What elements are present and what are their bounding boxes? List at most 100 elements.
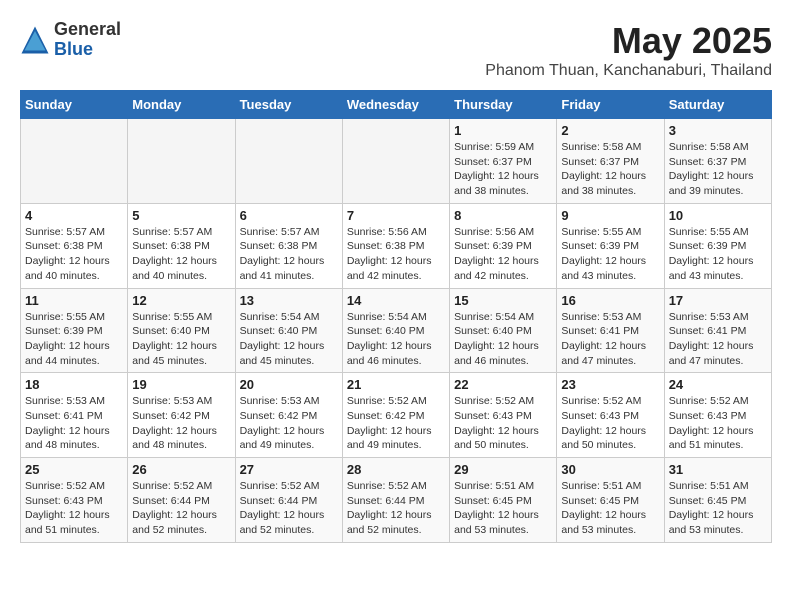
calendar-cell: 25Sunrise: 5:52 AM Sunset: 6:43 PM Dayli…: [21, 458, 128, 543]
calendar-cell: [128, 119, 235, 204]
day-info: Sunrise: 5:57 AM Sunset: 6:38 PM Dayligh…: [240, 225, 338, 284]
day-number: 12: [132, 293, 230, 308]
day-info: Sunrise: 5:51 AM Sunset: 6:45 PM Dayligh…: [561, 479, 659, 538]
week-row-4: 18 Sunrise: 5:53 AM Sunset: 6:41 PM Dayli…: [21, 373, 772, 458]
day-number: 6: [240, 208, 338, 223]
logo-blue: Blue: [54, 40, 121, 60]
calendar-cell: 14Sunrise: 5:54 AM Sunset: 6:40 PM Dayli…: [342, 288, 449, 373]
day-info: Sunrise: 5:52 AM Sunset: 6:44 PM Dayligh…: [240, 479, 338, 538]
day-info: Sunrise: 5:53 AM Sunset: 6:41 PM Dayligh…: [25, 394, 123, 453]
day-info: Sunrise: 5:51 AM Sunset: 6:45 PM Dayligh…: [669, 479, 767, 538]
calendar-cell: 26 Sunrise: 5:52 AM Sunset: 6:44 PM Dayli…: [128, 458, 235, 543]
day-number: 29: [454, 462, 552, 477]
day-info: Sunrise: 5:55 AM Sunset: 6:39 PM Dayligh…: [25, 310, 123, 369]
day-info: Sunrise: 5:54 AM Sunset: 6:40 PM Dayligh…: [240, 310, 338, 369]
calendar-cell: 9Sunrise: 5:55 AM Sunset: 6:39 PM Daylig…: [557, 203, 664, 288]
day-info: Sunrise: 5:52 AM Sunset: 6:44 PM Dayligh…: [347, 479, 445, 538]
day-info: Sunrise: 5:59 AM Sunset: 6:37 PM Dayligh…: [454, 140, 552, 199]
page-header: General Blue May 2025 Phanom Thuan, Kanc…: [20, 20, 772, 80]
location: Phanom Thuan, Kanchanaburi, Thailand: [485, 62, 772, 80]
day-info: Sunrise: 5:57 AM Sunset: 6:38 PM Dayligh…: [132, 225, 230, 284]
calendar-cell: 1 Sunrise: 5:59 AM Sunset: 6:37 PM Daylig…: [450, 119, 557, 204]
calendar-cell: 13 Sunrise: 5:54 AM Sunset: 6:40 PM Dayli…: [235, 288, 342, 373]
calendar-cell: 17 Sunrise: 5:53 AM Sunset: 6:41 PM Dayli…: [664, 288, 771, 373]
logo-general: General: [54, 20, 121, 40]
day-number: 10: [669, 208, 767, 223]
day-number: 8: [454, 208, 552, 223]
day-number: 18: [25, 377, 123, 392]
day-number: 2: [561, 123, 659, 138]
calendar-cell: 31Sunrise: 5:51 AM Sunset: 6:45 PM Dayli…: [664, 458, 771, 543]
calendar-cell: [342, 119, 449, 204]
week-row-5: 25Sunrise: 5:52 AM Sunset: 6:43 PM Dayli…: [21, 458, 772, 543]
day-number: 28: [347, 462, 445, 477]
calendar-cell: 3 Sunrise: 5:58 AM Sunset: 6:37 PM Daylig…: [664, 119, 771, 204]
calendar-cell: 19 Sunrise: 5:53 AM Sunset: 6:42 PM Dayli…: [128, 373, 235, 458]
calendar-cell: 11 Sunrise: 5:55 AM Sunset: 6:39 PM Dayli…: [21, 288, 128, 373]
day-info: Sunrise: 5:58 AM Sunset: 6:37 PM Dayligh…: [561, 140, 659, 199]
calendar-cell: [21, 119, 128, 204]
logo-text: General Blue: [54, 20, 121, 60]
calendar-cell: 20Sunrise: 5:53 AM Sunset: 6:42 PM Dayli…: [235, 373, 342, 458]
calendar-cell: 16Sunrise: 5:53 AM Sunset: 6:41 PM Dayli…: [557, 288, 664, 373]
day-info: Sunrise: 5:57 AM Sunset: 6:38 PM Dayligh…: [25, 225, 123, 284]
day-info: Sunrise: 5:53 AM Sunset: 6:42 PM Dayligh…: [132, 394, 230, 453]
calendar-table: SundayMondayTuesdayWednesdayThursdayFrid…: [20, 90, 772, 543]
day-number: 27: [240, 462, 338, 477]
calendar-cell: 18 Sunrise: 5:53 AM Sunset: 6:41 PM Dayli…: [21, 373, 128, 458]
day-number: 3: [669, 123, 767, 138]
calendar-cell: 2 Sunrise: 5:58 AM Sunset: 6:37 PM Daylig…: [557, 119, 664, 204]
header-sunday: Sunday: [21, 91, 128, 119]
header-row: SundayMondayTuesdayWednesdayThursdayFrid…: [21, 91, 772, 119]
day-info: Sunrise: 5:52 AM Sunset: 6:43 PM Dayligh…: [25, 479, 123, 538]
day-info: Sunrise: 5:58 AM Sunset: 6:37 PM Dayligh…: [669, 140, 767, 199]
calendar-cell: 6 Sunrise: 5:57 AM Sunset: 6:38 PM Daylig…: [235, 203, 342, 288]
day-info: Sunrise: 5:51 AM Sunset: 6:45 PM Dayligh…: [454, 479, 552, 538]
calendar-cell: 15Sunrise: 5:54 AM Sunset: 6:40 PM Dayli…: [450, 288, 557, 373]
header-friday: Friday: [557, 91, 664, 119]
calendar-cell: 24Sunrise: 5:52 AM Sunset: 6:43 PM Dayli…: [664, 373, 771, 458]
calendar-cell: 22 Sunrise: 5:52 AM Sunset: 6:43 PM Dayli…: [450, 373, 557, 458]
day-number: 22: [454, 377, 552, 392]
calendar-cell: 27 Sunrise: 5:52 AM Sunset: 6:44 PM Dayli…: [235, 458, 342, 543]
calendar-cell: 7Sunrise: 5:56 AM Sunset: 6:38 PM Daylig…: [342, 203, 449, 288]
day-number: 1: [454, 123, 552, 138]
day-info: Sunrise: 5:52 AM Sunset: 6:43 PM Dayligh…: [561, 394, 659, 453]
calendar-body: 1 Sunrise: 5:59 AM Sunset: 6:37 PM Daylig…: [21, 119, 772, 543]
header-saturday: Saturday: [664, 91, 771, 119]
day-number: 19: [132, 377, 230, 392]
calendar-cell: 8 Sunrise: 5:56 AM Sunset: 6:39 PM Daylig…: [450, 203, 557, 288]
calendar-cell: 30Sunrise: 5:51 AM Sunset: 6:45 PM Dayli…: [557, 458, 664, 543]
calendar-cell: 10 Sunrise: 5:55 AM Sunset: 6:39 PM Dayli…: [664, 203, 771, 288]
calendar-cell: 28 Sunrise: 5:52 AM Sunset: 6:44 PM Dayli…: [342, 458, 449, 543]
day-number: 23: [561, 377, 659, 392]
day-number: 11: [25, 293, 123, 308]
day-info: Sunrise: 5:52 AM Sunset: 6:43 PM Dayligh…: [454, 394, 552, 453]
week-row-2: 4Sunrise: 5:57 AM Sunset: 6:38 PM Daylig…: [21, 203, 772, 288]
day-number: 9: [561, 208, 659, 223]
calendar-cell: 12Sunrise: 5:55 AM Sunset: 6:40 PM Dayli…: [128, 288, 235, 373]
day-info: Sunrise: 5:52 AM Sunset: 6:42 PM Dayligh…: [347, 394, 445, 453]
day-info: Sunrise: 5:52 AM Sunset: 6:44 PM Dayligh…: [132, 479, 230, 538]
week-row-1: 1 Sunrise: 5:59 AM Sunset: 6:37 PM Daylig…: [21, 119, 772, 204]
day-number: 17: [669, 293, 767, 308]
header-thursday: Thursday: [450, 91, 557, 119]
day-info: Sunrise: 5:55 AM Sunset: 6:39 PM Dayligh…: [669, 225, 767, 284]
day-number: 15: [454, 293, 552, 308]
day-number: 20: [240, 377, 338, 392]
day-info: Sunrise: 5:54 AM Sunset: 6:40 PM Dayligh…: [347, 310, 445, 369]
day-number: 26: [132, 462, 230, 477]
day-info: Sunrise: 5:56 AM Sunset: 6:39 PM Dayligh…: [454, 225, 552, 284]
calendar-cell: 5Sunrise: 5:57 AM Sunset: 6:38 PM Daylig…: [128, 203, 235, 288]
calendar-cell: 29 Sunrise: 5:51 AM Sunset: 6:45 PM Dayli…: [450, 458, 557, 543]
logo-icon: [20, 25, 50, 55]
calendar-header: SundayMondayTuesdayWednesdayThursdayFrid…: [21, 91, 772, 119]
calendar-cell: [235, 119, 342, 204]
day-info: Sunrise: 5:53 AM Sunset: 6:41 PM Dayligh…: [561, 310, 659, 369]
month-year: May 2025: [485, 20, 772, 62]
day-number: 21: [347, 377, 445, 392]
calendar-cell: 23 Sunrise: 5:52 AM Sunset: 6:43 PM Dayli…: [557, 373, 664, 458]
day-number: 13: [240, 293, 338, 308]
day-info: Sunrise: 5:53 AM Sunset: 6:41 PM Dayligh…: [669, 310, 767, 369]
day-info: Sunrise: 5:52 AM Sunset: 6:43 PM Dayligh…: [669, 394, 767, 453]
